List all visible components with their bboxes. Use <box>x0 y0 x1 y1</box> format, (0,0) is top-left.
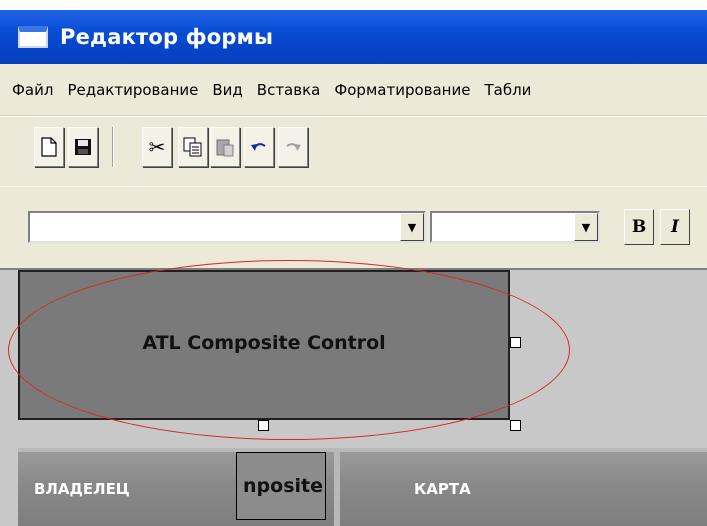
nested-control-label: nposite <box>243 475 323 497</box>
new-document-icon <box>41 137 57 157</box>
composite-control-label: ATL Composite Control <box>142 332 386 354</box>
font-name-combo[interactable]: ▼ <box>28 211 426 243</box>
menu-edit[interactable]: Редактирование <box>60 81 205 99</box>
copy-icon <box>183 137 202 157</box>
save-button[interactable] <box>68 127 98 167</box>
menu-bar: Файл Редактирование Вид Вставка Форматир… <box>0 64 707 116</box>
menu-table[interactable]: Табли <box>477 81 538 99</box>
chevron-down-icon[interactable]: ▼ <box>574 213 598 241</box>
paste-icon <box>216 139 234 157</box>
column-header-card[interactable]: КАРТА <box>340 452 707 526</box>
cut-icon: ✂ <box>148 135 166 159</box>
menu-format[interactable]: Форматирование <box>327 81 477 99</box>
italic-icon: I <box>671 217 679 237</box>
copy-button[interactable] <box>178 127 208 167</box>
formatting-toolbar: ▼ ▼ B I <box>0 186 707 268</box>
window-icon <box>18 26 48 48</box>
save-icon <box>75 139 91 155</box>
standard-toolbar: ✂ <box>0 116 707 186</box>
menu-insert[interactable]: Вставка <box>250 81 328 99</box>
chevron-down-icon[interactable]: ▼ <box>400 213 424 241</box>
menu-file[interactable]: Файл <box>0 81 60 99</box>
nested-composite-control[interactable]: nposite <box>236 452 326 520</box>
window-title: Редактор формы <box>60 25 274 49</box>
redo-icon <box>286 143 301 151</box>
font-size-combo[interactable]: ▼ <box>430 211 600 243</box>
composite-control[interactable]: ATL Composite Control <box>18 270 510 420</box>
new-document-button[interactable] <box>34 127 64 167</box>
resize-handle-right[interactable] <box>510 337 521 348</box>
toolbar-separator <box>112 127 114 167</box>
paste-button[interactable] <box>210 127 240 167</box>
bold-icon: B <box>631 217 647 237</box>
column-header-card-label: КАРТА <box>414 480 471 498</box>
redo-button[interactable] <box>278 127 308 167</box>
undo-button[interactable] <box>244 127 274 167</box>
cut-button[interactable]: ✂ <box>142 127 172 167</box>
title-bar[interactable]: Редактор формы <box>0 10 707 64</box>
resize-handle-bottom-right[interactable] <box>510 420 521 431</box>
undo-icon <box>251 143 266 151</box>
menu-view[interactable]: Вид <box>205 81 249 99</box>
italic-button[interactable]: I <box>660 209 690 245</box>
bold-button[interactable]: B <box>624 209 654 245</box>
column-header-owner-label: ВЛАДЕЛЕЦ <box>34 480 130 498</box>
resize-handle-bottom[interactable] <box>258 420 269 431</box>
